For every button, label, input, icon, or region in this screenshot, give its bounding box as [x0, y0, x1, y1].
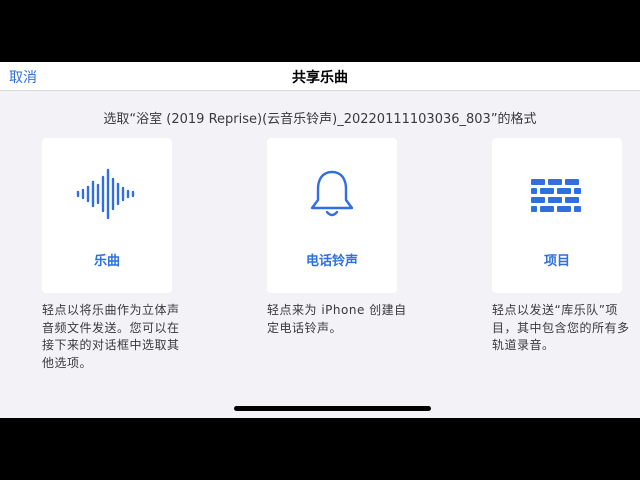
navigation-bar: 取消 共享乐曲: [0, 62, 640, 91]
share-song-sheet: 取消 共享乐曲 选取“浴室 (2019 Reprise)(云音乐铃声)_2022…: [0, 62, 640, 418]
project-option-card[interactable]: 项目: [492, 138, 622, 293]
project-option-description: 轻点以发送“库乐队”项目，其中包含您的所有多轨道录音。: [492, 303, 630, 352]
song-option-description: 轻点以将乐曲作为立体声音频文件发送。您可以在接下来的对话框中选取其他选项。: [42, 303, 180, 370]
waveform-icon: [42, 168, 172, 220]
project-option-label: 项目: [543, 254, 570, 269]
ringtone-option-description: 轻点来为 iPhone 创建自定电话铃声。: [267, 303, 407, 335]
brick-wall-icon: [492, 168, 622, 220]
format-prompt: 选取“浴室 (2019 Reprise)(云音乐铃声)_202201111030…: [103, 112, 537, 127]
home-indicator[interactable]: [234, 406, 431, 411]
bell-icon: [267, 168, 397, 220]
ringtone-option-card[interactable]: 电话铃声: [267, 138, 397, 293]
song-option-label: 乐曲: [93, 254, 120, 269]
page-title: 共享乐曲: [292, 70, 348, 86]
song-option-card[interactable]: 乐曲: [42, 138, 172, 293]
ringtone-option-label: 电话铃声: [305, 254, 358, 269]
